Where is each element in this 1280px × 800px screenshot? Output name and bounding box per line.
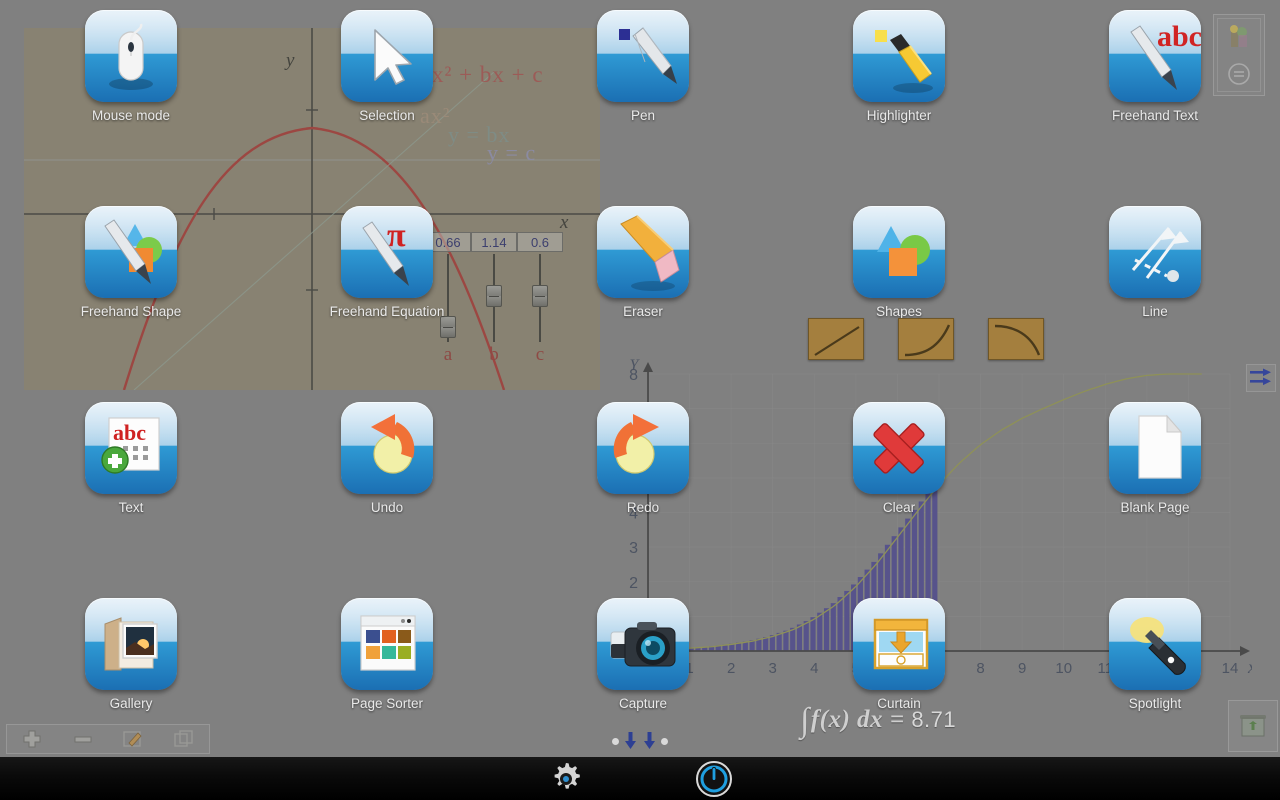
gallery-thumbnail-panel-inner	[1217, 18, 1261, 92]
mouse-icon[interactable]	[85, 10, 177, 102]
red-x-icon[interactable]	[853, 402, 945, 494]
tool-pen-label: Pen	[630, 108, 656, 123]
tool-curtain[interactable]: Curtain	[834, 598, 964, 711]
gallery-thumbnail-panel[interactable]	[1213, 14, 1265, 96]
eraser-icon[interactable]	[597, 206, 689, 298]
logarithmic-curve-icon	[994, 324, 1041, 356]
tool-eraser-label: Eraser	[623, 304, 663, 319]
tool-shapes[interactable]: Shapes	[834, 206, 964, 319]
page-indicator[interactable]	[612, 730, 668, 752]
tool-selection-label: Selection	[359, 108, 415, 123]
text-abc-plus-icon[interactable]: abc	[85, 402, 177, 494]
line-arrows-icon[interactable]	[1109, 206, 1201, 298]
tool-line[interactable]: Line	[1090, 206, 1220, 319]
page-down-arrow-icon[interactable]	[624, 732, 637, 750]
duplicate-icon[interactable]	[171, 728, 197, 750]
tool-freehand-equation[interactable]: π Freehand Equation	[322, 206, 452, 319]
linear-curve-icon	[814, 326, 860, 356]
svg-text:abc: abc	[1157, 20, 1201, 53]
tool-gallery-label: Gallery	[109, 696, 153, 711]
tool-capture[interactable]: Capture	[578, 598, 708, 711]
tool-clear[interactable]: Clear	[834, 402, 964, 515]
shape-preset-strip	[808, 318, 1044, 360]
page-edit-toolbar	[6, 724, 210, 754]
camera-icon[interactable]	[597, 598, 689, 690]
curtain-icon[interactable]	[853, 598, 945, 690]
plus-icon[interactable]	[19, 728, 45, 750]
tool-freehand-shape-label: Freehand Shape	[80, 304, 182, 319]
tool-blank-page-label: Blank Page	[1120, 500, 1190, 515]
pen-shapes-icon[interactable]	[85, 206, 177, 298]
tool-highlighter-label: Highlighter	[866, 108, 932, 123]
exponential-curve-preset[interactable]	[898, 318, 954, 360]
thumbnail-image-icon	[1230, 25, 1247, 47]
pen-pi-icon[interactable]: π	[341, 206, 433, 298]
double-right-arrow-glyph	[1250, 368, 1271, 386]
linear-curve-preset[interactable]	[808, 318, 864, 360]
pen-abc-icon[interactable]: abc	[1109, 10, 1201, 102]
system-bar	[0, 757, 1280, 800]
tool-mouse-mode[interactable]: Mouse mode	[66, 10, 196, 123]
double-right-arrow-icon[interactable]	[1246, 364, 1276, 392]
minus-icon[interactable]	[70, 728, 96, 750]
tool-icon-grid: Mouse mode Selection Pen Highlighter abc F…	[0, 0, 1280, 800]
tool-text-label: Text	[118, 500, 144, 515]
tool-line-label: Line	[1142, 304, 1168, 319]
tool-freehand-shape[interactable]: Freehand Shape	[66, 206, 196, 319]
tool-spotlight-label: Spotlight	[1128, 696, 1182, 711]
logarithmic-curve-preset[interactable]	[988, 318, 1044, 360]
exponential-curve-icon	[904, 324, 951, 357]
tool-freehand-text[interactable]: abc Freehand Text	[1090, 10, 1220, 123]
undo-arrow-icon[interactable]	[341, 402, 433, 494]
tool-gallery[interactable]: Gallery	[66, 598, 196, 711]
page-dot[interactable]	[660, 737, 668, 745]
shapes-icon[interactable]	[853, 206, 945, 298]
tool-freehand-equation-label: Freehand Equation	[329, 304, 445, 319]
tool-text[interactable]: abc Text	[66, 402, 196, 515]
tool-freehand-text-label: Freehand Text	[1111, 108, 1199, 123]
tool-undo-label: Undo	[370, 500, 404, 515]
minus-circle-icon	[1228, 63, 1250, 85]
cursor-arrow-icon[interactable]	[341, 10, 433, 102]
page-dot[interactable]	[612, 737, 619, 745]
svg-text:abc: abc	[113, 420, 146, 445]
tool-spotlight[interactable]: Spotlight	[1090, 598, 1220, 711]
page-sorter-icon[interactable]	[341, 598, 433, 690]
page-down-arrow-icon[interactable]	[643, 732, 656, 750]
tool-curtain-label: Curtain	[877, 696, 921, 711]
tool-highlighter[interactable]: Highlighter	[834, 10, 964, 123]
tool-selection[interactable]: Selection	[322, 10, 452, 123]
tool-redo[interactable]: Redo	[578, 402, 708, 515]
tool-eraser[interactable]: Eraser	[578, 206, 708, 319]
recycle-bin-glyph	[1240, 715, 1266, 737]
gear-icon[interactable]	[546, 759, 586, 799]
power-icon[interactable]	[694, 759, 734, 799]
highlighter-icon[interactable]	[853, 10, 945, 102]
pen-icon[interactable]	[597, 10, 689, 102]
tool-pen[interactable]: Pen	[578, 10, 708, 123]
tool-page-sorter[interactable]: Page Sorter	[322, 598, 452, 711]
gallery-photo-icon[interactable]	[85, 598, 177, 690]
tool-undo[interactable]: Undo	[322, 402, 452, 515]
tool-blank-page[interactable]: Blank Page	[1090, 402, 1220, 515]
tool-mouse-mode-label: Mouse mode	[91, 108, 171, 123]
redo-arrow-icon[interactable]	[597, 402, 689, 494]
flashlight-icon[interactable]	[1109, 598, 1201, 690]
pencil-edit-icon[interactable]	[120, 728, 146, 750]
tool-capture-label: Capture	[618, 696, 668, 711]
tool-page-sorter-label: Page Sorter	[350, 696, 424, 711]
blank-page-icon[interactable]	[1109, 402, 1201, 494]
tool-shapes-label: Shapes	[876, 304, 922, 319]
tool-clear-label: Clear	[882, 500, 916, 515]
recycle-bin-icon[interactable]	[1228, 700, 1278, 752]
tool-redo-label: Redo	[626, 500, 660, 515]
